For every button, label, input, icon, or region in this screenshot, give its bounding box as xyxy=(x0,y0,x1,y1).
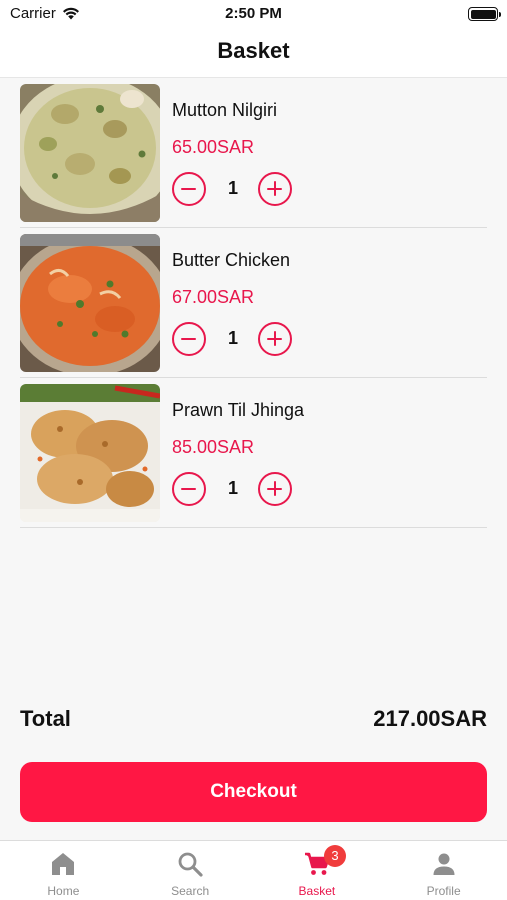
status-bar: Carrier 2:50 PM xyxy=(0,0,507,28)
basket-item[interactable]: Butter Chicken 67.00SAR 1 xyxy=(20,228,487,378)
food-image-butter-chicken xyxy=(20,234,160,372)
cart-count-badge: 3 xyxy=(324,845,346,867)
navigation-bar: Basket xyxy=(0,28,507,78)
tab-home[interactable]: Home xyxy=(0,841,127,900)
item-price: 67.00SAR xyxy=(172,287,255,307)
increase-quantity-button[interactable] xyxy=(258,172,292,206)
decrease-quantity-button[interactable] xyxy=(172,472,206,506)
tab-label: Home xyxy=(47,884,80,898)
item-name: Prawn Til Jhinga xyxy=(172,400,305,420)
person-icon xyxy=(433,853,455,875)
checkout-button[interactable]: Checkout xyxy=(20,762,487,822)
page-title: Basket xyxy=(217,38,290,63)
basket-list: Mutton Nilgiri 65.00SAR 1 Butter Chicken… xyxy=(20,78,487,528)
total-row: Total 217.00SAR xyxy=(20,702,487,736)
basket-item[interactable]: Mutton Nilgiri 65.00SAR 1 xyxy=(20,78,487,228)
tab-label: Search xyxy=(171,884,210,898)
quantity-stepper: 1 xyxy=(172,322,294,356)
quantity-stepper: 1 xyxy=(172,472,294,506)
tab-profile[interactable]: Profile xyxy=(380,841,507,900)
food-image-mutton-nilgiri xyxy=(20,84,160,222)
quantity-stepper: 1 xyxy=(172,172,294,206)
item-price: 85.00SAR xyxy=(172,437,255,457)
quantity-value: 1 xyxy=(227,478,238,498)
status-time: 2:50 PM xyxy=(225,5,282,22)
battery-icon xyxy=(468,7,501,21)
quantity-value: 1 xyxy=(227,178,238,198)
tab-bar: Home Search Basket Profile xyxy=(0,840,507,900)
total-amount: 217.00SAR xyxy=(373,706,487,731)
increase-quantity-button[interactable] xyxy=(258,322,292,356)
tab-label: Basket xyxy=(298,884,336,898)
increase-quantity-button[interactable] xyxy=(258,472,292,506)
decrease-quantity-button[interactable] xyxy=(172,172,206,206)
total-label: Total xyxy=(20,706,71,731)
item-price: 65.00SAR xyxy=(172,137,255,157)
search-icon xyxy=(178,852,203,877)
item-name: Butter Chicken xyxy=(172,250,291,270)
tab-label: Profile xyxy=(426,884,461,898)
quantity-value: 1 xyxy=(227,328,238,348)
home-icon xyxy=(52,853,75,875)
decrease-quantity-button[interactable] xyxy=(172,322,206,356)
basket-item[interactable]: Prawn Til Jhinga 85.00SAR 1 xyxy=(20,378,487,528)
tab-search[interactable]: Search xyxy=(127,841,254,900)
tab-basket[interactable]: Basket xyxy=(254,841,381,900)
item-name: Mutton Nilgiri xyxy=(172,100,278,120)
food-image-prawn-til-jhinga xyxy=(20,384,160,522)
